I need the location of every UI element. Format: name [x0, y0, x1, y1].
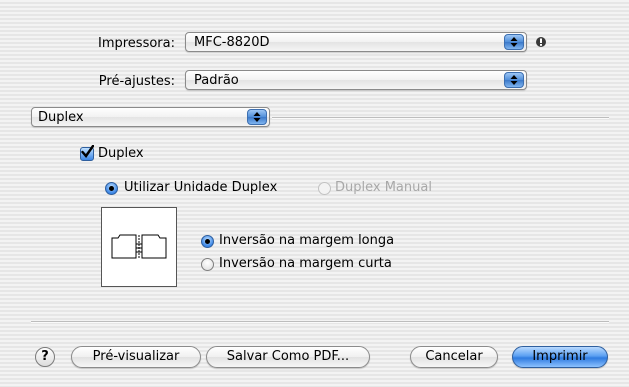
printer-popup[interactable]: MFC-8820D — [185, 32, 527, 52]
long-edge-label[interactable]: Inversão na margem longa — [219, 233, 394, 248]
panel-divider — [272, 117, 609, 119]
long-edge-radio[interactable] — [201, 235, 214, 248]
up-down-arrows-icon — [504, 72, 524, 88]
preview-button[interactable]: Pré-visualizar — [71, 346, 201, 368]
up-down-arrows-icon — [247, 109, 267, 125]
info-dot-icon — [535, 36, 547, 52]
manual-duplex-radio[interactable] — [318, 182, 331, 195]
manual-duplex-label[interactable]: Duplex Manual — [335, 180, 432, 195]
duplex-checkbox-label: Duplex — [98, 146, 144, 161]
cancel-button[interactable]: Cancelar — [410, 346, 498, 368]
checkmark-icon — [81, 145, 94, 158]
duplex-checkbox[interactable] — [80, 145, 94, 161]
short-edge-radio[interactable] — [201, 258, 214, 271]
printer-label: Impressora: — [98, 36, 175, 51]
help-button[interactable]: ? — [35, 347, 55, 367]
short-edge-label[interactable]: Inversão na margem curta — [219, 256, 392, 271]
use-duplex-unit-label[interactable]: Utilizar Unidade Duplex — [124, 180, 277, 195]
panel-value: Duplex — [38, 110, 84, 125]
binding-preview — [101, 207, 177, 287]
use-duplex-unit-radio[interactable] — [105, 182, 118, 195]
presets-popup[interactable]: Padrão — [185, 70, 527, 90]
long-edge-binding-icon — [111, 234, 167, 259]
panel-popup[interactable]: Duplex — [31, 107, 270, 127]
up-down-arrows-icon — [504, 34, 524, 50]
presets-value: Padrão — [194, 73, 239, 88]
print-button[interactable]: Imprimir — [512, 346, 608, 368]
help-icon: ? — [41, 349, 49, 364]
presets-label: Pré-ajustes: — [98, 74, 175, 89]
bottom-divider — [31, 321, 609, 323]
printer-value: MFC-8820D — [194, 35, 270, 50]
save-as-pdf-button[interactable]: Salvar Como PDF... — [206, 346, 370, 368]
